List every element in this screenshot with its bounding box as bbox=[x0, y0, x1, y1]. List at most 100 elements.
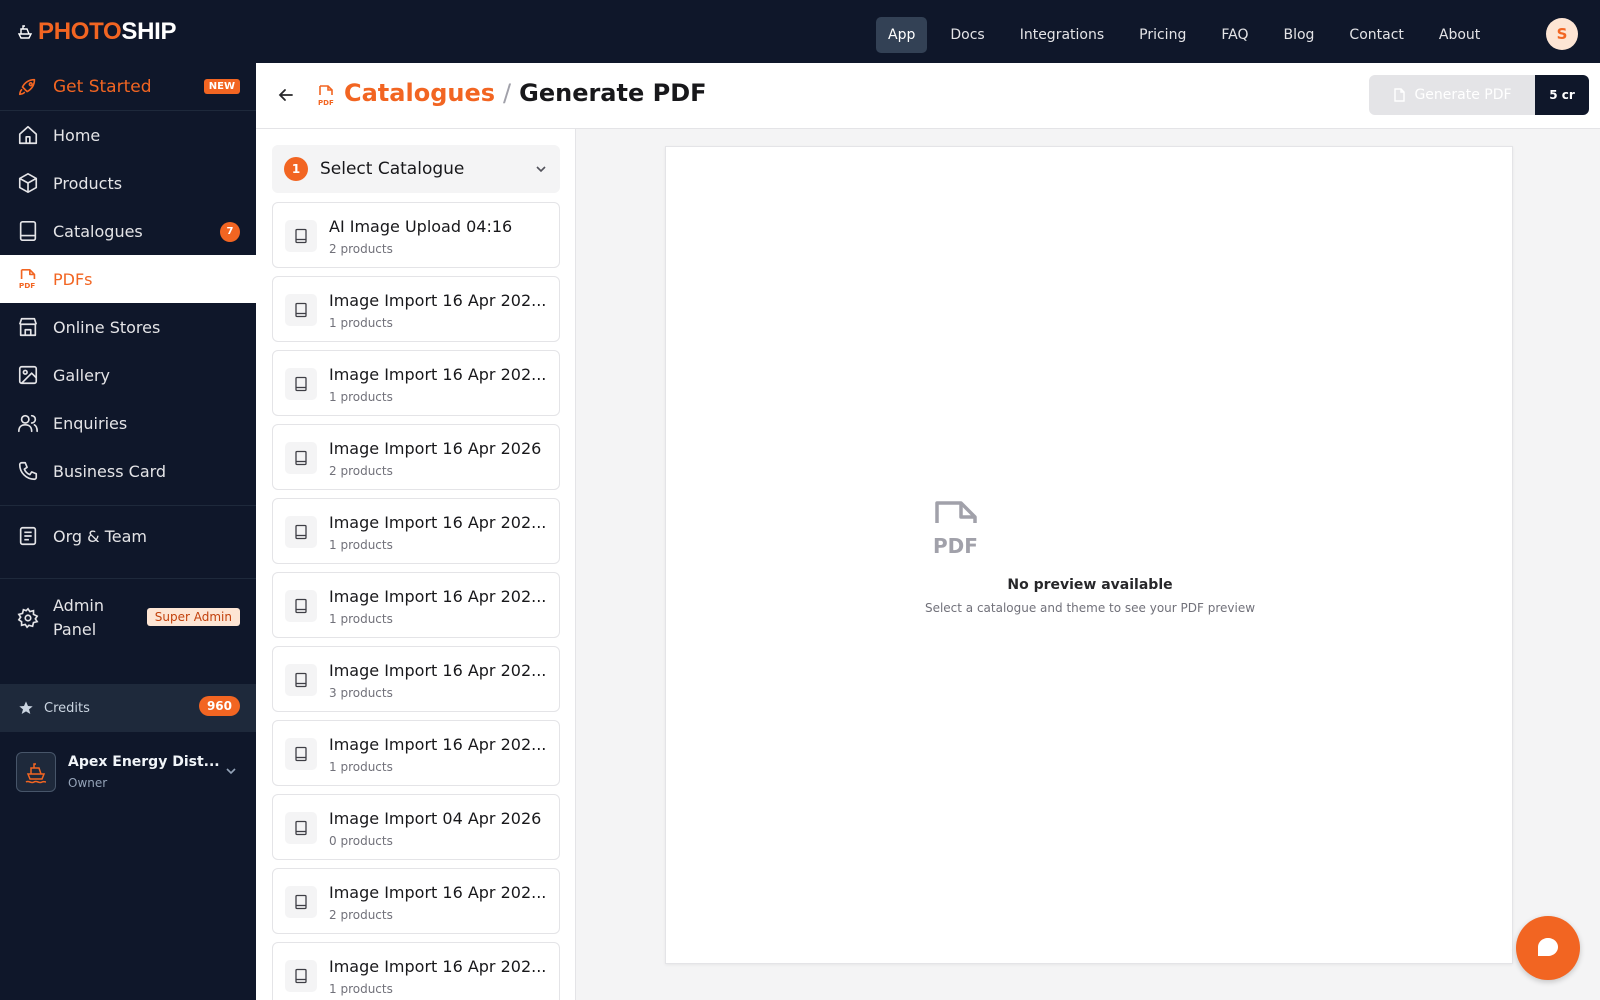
page-header: PDF Catalogues / Generate PDF Generate P… bbox=[256, 63, 1600, 129]
book-icon bbox=[285, 664, 317, 696]
select-catalogue-header[interactable]: 1 Select Catalogue bbox=[272, 145, 560, 193]
catalogue-card[interactable]: Image Import 16 Apr 202... 1 products bbox=[272, 572, 560, 638]
page-title: Generate PDF bbox=[519, 79, 707, 107]
catalogue-product-count: 1 products bbox=[329, 316, 393, 330]
new-badge: NEW bbox=[203, 79, 240, 94]
generate-pdf-button[interactable]: Generate PDF bbox=[1369, 75, 1535, 115]
catalogue-name: Image Import 16 Apr 202... bbox=[329, 957, 547, 976]
brand-logo[interactable]: PHOTOSHIP bbox=[16, 18, 177, 46]
catalogue-product-count: 1 products bbox=[329, 390, 393, 404]
catalogue-card[interactable]: Image Import 04 Apr 2026 0 products bbox=[272, 794, 560, 860]
sidebar-item-get-started[interactable]: Get Started NEW bbox=[0, 63, 256, 111]
nav-app[interactable]: App bbox=[876, 17, 928, 53]
catalogue-name: Image Import 04 Apr 2026 bbox=[329, 809, 542, 828]
svg-text:PDF: PDF bbox=[318, 99, 334, 107]
breadcrumb: Catalogues / Generate PDF bbox=[344, 79, 707, 107]
sidebar-item-business-card[interactable]: Business Card bbox=[0, 447, 256, 495]
nav-blog[interactable]: Blog bbox=[1271, 17, 1326, 53]
catalogue-name: AI Image Upload 04:16 bbox=[329, 217, 513, 236]
user-avatar[interactable]: S bbox=[1546, 18, 1578, 50]
super-admin-badge: Super Admin bbox=[146, 608, 240, 626]
org-name: Apex Energy Dist... bbox=[68, 754, 220, 770]
sidebar-item-gallery[interactable]: Gallery bbox=[0, 351, 256, 399]
ship-icon bbox=[17, 24, 33, 39]
book-icon bbox=[285, 368, 317, 400]
nav-faq[interactable]: FAQ bbox=[1209, 17, 1260, 53]
box-icon bbox=[17, 172, 39, 194]
sidebar-item-admin-panel[interactable]: Admin Panel Super Admin bbox=[0, 582, 256, 654]
org-switcher[interactable]: Apex Energy Dist... Owner bbox=[0, 732, 256, 812]
book-icon bbox=[285, 960, 317, 992]
catalogue-card[interactable]: Image Import 16 Apr 202... 3 products bbox=[272, 646, 560, 712]
book-icon bbox=[285, 294, 317, 326]
catalogue-product-count: 2 products bbox=[329, 464, 393, 478]
nav-docs[interactable]: Docs bbox=[938, 17, 996, 53]
sidebar-item-catalogues[interactable]: Catalogues 7 bbox=[0, 207, 256, 255]
users-icon bbox=[17, 412, 39, 434]
catalogue-card[interactable]: Image Import 16 Apr 2026 2 products bbox=[272, 424, 560, 490]
catalogue-product-count: 0 products bbox=[329, 834, 393, 848]
file-icon bbox=[1394, 88, 1406, 102]
chat-button[interactable] bbox=[1516, 916, 1580, 980]
org-role: Owner bbox=[68, 776, 108, 790]
credits-value: 960 bbox=[198, 696, 240, 716]
catalogue-name: Image Import 16 Apr 202... bbox=[329, 291, 547, 310]
catalogue-card[interactable]: Image Import 16 Apr 202... 1 products bbox=[272, 498, 560, 564]
catalogue-name: Image Import 16 Apr 2026 bbox=[329, 439, 542, 458]
sidebar: Get Started NEW Home Products Catalogues… bbox=[0, 63, 256, 1000]
book-icon bbox=[285, 516, 317, 548]
chevron-down-icon bbox=[536, 166, 546, 173]
catalogue-product-count: 1 products bbox=[329, 612, 393, 626]
store-icon bbox=[17, 316, 39, 338]
pdf-preview: PDF No preview available Select a catalo… bbox=[665, 146, 1513, 964]
empty-preview-subtitle: Select a catalogue and theme to see your… bbox=[924, 601, 1256, 615]
image-icon bbox=[17, 364, 39, 386]
catalogue-name: Image Import 16 Apr 202... bbox=[329, 365, 547, 384]
book-icon bbox=[285, 738, 317, 770]
breadcrumb-catalogues-link[interactable]: Catalogues bbox=[344, 79, 495, 107]
catalogue-product-count: 2 products bbox=[329, 908, 393, 922]
sidebar-item-pdfs[interactable]: PDF PDFs bbox=[0, 255, 256, 303]
catalogue-card[interactable]: Image Import 16 Apr 202... 1 products bbox=[272, 350, 560, 416]
star-icon bbox=[19, 701, 33, 714]
catalogue-card[interactable]: Image Import 16 Apr 202... 2 products bbox=[272, 868, 560, 934]
nav-pricing[interactable]: Pricing bbox=[1127, 17, 1198, 53]
list-icon bbox=[17, 525, 39, 547]
catalogue-card[interactable]: AI Image Upload 04:16 2 products bbox=[272, 202, 560, 268]
chat-bubble-icon bbox=[1538, 938, 1558, 956]
rocket-icon bbox=[17, 76, 39, 98]
catalogue-card[interactable]: Image Import 16 Apr 202... 1 products bbox=[272, 276, 560, 342]
book-icon bbox=[285, 220, 317, 252]
svg-text:PDF: PDF bbox=[19, 281, 35, 290]
step-number: 1 bbox=[284, 157, 308, 181]
org-logo bbox=[16, 752, 56, 792]
credit-cost-badge: 5 cr bbox=[1535, 75, 1589, 115]
catalogue-name: Image Import 16 Apr 202... bbox=[329, 735, 547, 754]
nav-about[interactable]: About bbox=[1427, 17, 1492, 53]
catalogue-card[interactable]: Image Import 16 Apr 202... 1 products bbox=[272, 942, 560, 1000]
pdf-file-icon: PDF bbox=[933, 501, 978, 555]
catalogue-name: Image Import 16 Apr 202... bbox=[329, 513, 547, 532]
credits-row[interactable]: Credits 960 bbox=[0, 684, 256, 732]
catalogue-product-count: 2 products bbox=[329, 242, 393, 256]
sidebar-item-products[interactable]: Products bbox=[0, 159, 256, 207]
catalogue-name: Image Import 16 Apr 202... bbox=[329, 661, 547, 680]
sidebar-item-org-team[interactable]: Org & Team bbox=[0, 512, 256, 560]
nav-integrations[interactable]: Integrations bbox=[1008, 17, 1116, 53]
catalogue-name: Image Import 16 Apr 202... bbox=[329, 587, 547, 606]
top-navbar: PHOTOSHIP App Docs Integrations Pricing … bbox=[0, 0, 1600, 63]
svg-text:PDF: PDF bbox=[933, 534, 978, 555]
sidebar-item-online-stores[interactable]: Online Stores bbox=[0, 303, 256, 351]
book-icon bbox=[285, 812, 317, 844]
book-icon bbox=[285, 590, 317, 622]
sidebar-item-enquiries[interactable]: Enquiries bbox=[0, 399, 256, 447]
arrow-left-icon[interactable] bbox=[276, 85, 296, 105]
catalogue-card[interactable]: Image Import 16 Apr 202... 1 products bbox=[272, 720, 560, 786]
home-icon bbox=[17, 124, 39, 146]
main-nav: App Docs Integrations Pricing FAQ Blog C… bbox=[876, 17, 1503, 53]
phone-icon bbox=[17, 460, 39, 482]
nav-contact[interactable]: Contact bbox=[1337, 17, 1415, 53]
sidebar-item-home[interactable]: Home bbox=[0, 111, 256, 159]
chevron-down-icon bbox=[226, 768, 236, 775]
book-icon bbox=[285, 886, 317, 918]
